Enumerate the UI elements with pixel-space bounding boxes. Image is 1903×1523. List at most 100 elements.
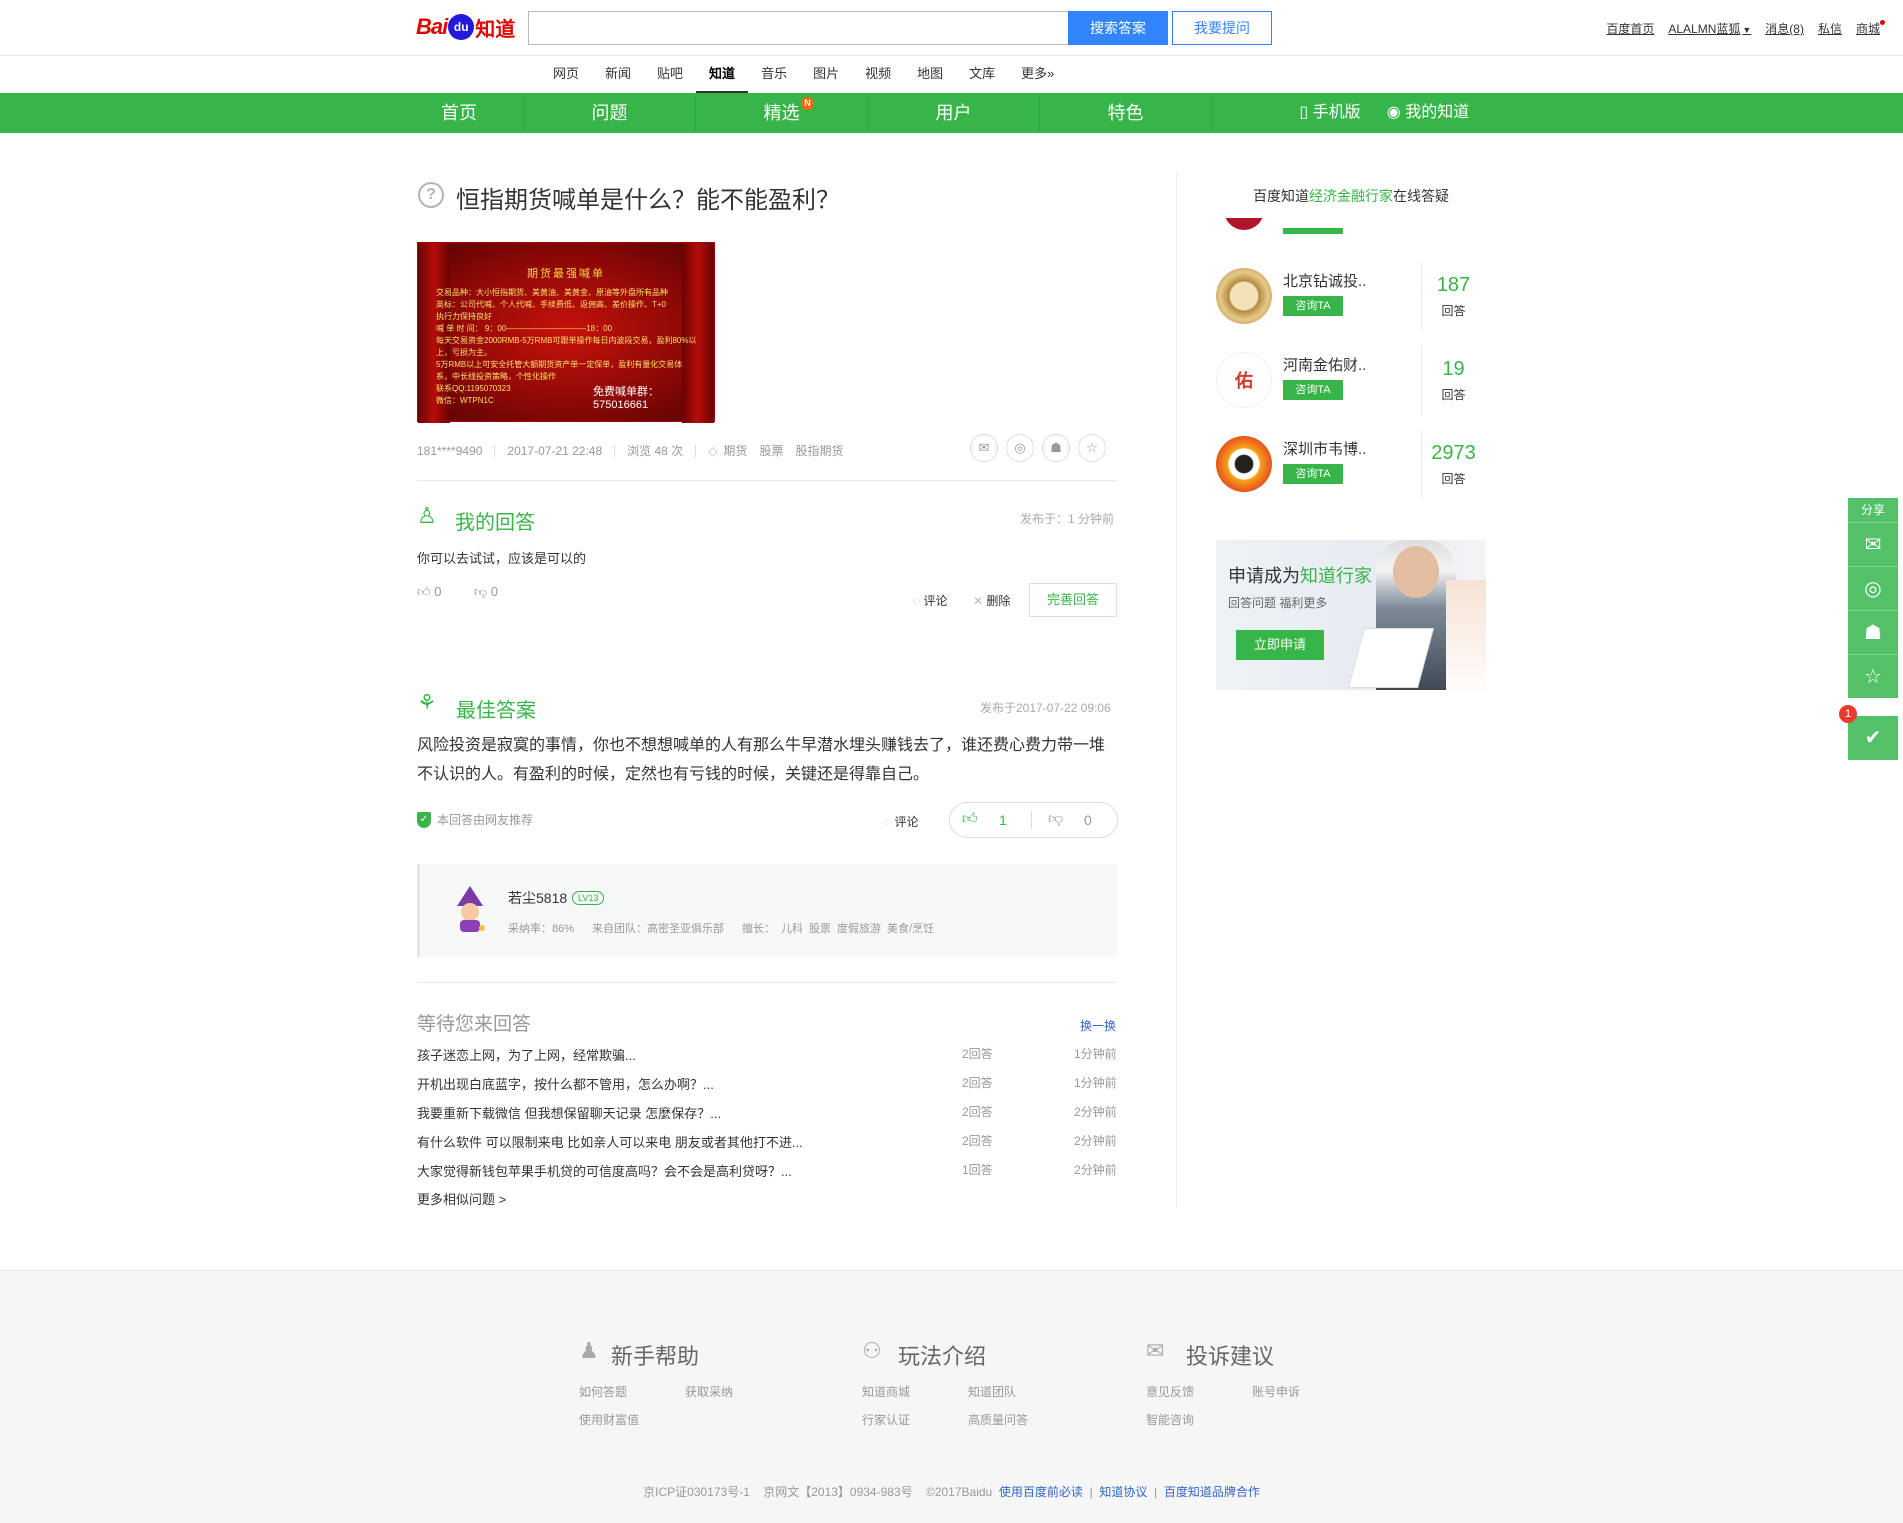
list-item[interactable]: 开机出现白底蓝字，按什么都不管用，怎么办啊？... 2回答 1分钟前 [417, 1074, 1117, 1092]
footer-link[interactable]: 智能咨询 [1146, 1411, 1194, 1428]
nav-map[interactable]: 地图 [904, 56, 956, 93]
footer-link[interactable]: 账号申诉 [1252, 1383, 1300, 1400]
waiting-question-text[interactable]: 大家觉得新钱包苹果手机贷的可信度高吗？会不会是高利贷呀？... [417, 1161, 792, 1180]
task-clipboard-icon[interactable]: ✔ [1848, 716, 1898, 760]
footer-link[interactable]: 知道团队 [968, 1383, 1016, 1400]
expert-name[interactable]: 河南金佑财.. [1283, 354, 1366, 375]
nav-tieba[interactable]: 贴吧 [644, 56, 696, 93]
list-item[interactable]: 孩子迷恋上网，为了上网，经常欺骗... 2回答 1分钟前 [417, 1045, 1117, 1063]
waiting-question-text[interactable]: 开机出现白底蓝字，按什么都不管用，怎么办啊？... [417, 1074, 714, 1093]
list-item[interactable]: 我要重新下载微信 但我想保留聊天记录 怎麼保存？... 2回答 2分钟前 [417, 1103, 1117, 1121]
expert-card[interactable]: 北京钻诚投.. 咨询TA 187 回答 [1216, 260, 1486, 342]
nav-zhidao[interactable]: 知道 [696, 56, 749, 93]
tab-featured[interactable]: 精选 [696, 93, 867, 133]
sidebar-heading-highlight[interactable]: 经济金融行家 [1309, 188, 1393, 204]
nav-video[interactable]: 视频 [852, 56, 904, 93]
become-expert-banner[interactable]: 申请成为知道行家 回答问题 福利更多 立即申请 [1216, 540, 1486, 690]
my-answer-downvote[interactable]: 👎︎ 0 [474, 584, 498, 600]
nav-news[interactable]: 新闻 [592, 56, 644, 93]
expertise-item[interactable]: 度假旅游 [837, 920, 881, 936]
tab-questions[interactable]: 问题 [524, 93, 695, 133]
answerer-avatar[interactable] [451, 884, 489, 934]
swap-button[interactable]: 换一换 [1080, 1017, 1116, 1034]
search-answer-button[interactable]: 搜索答案 [1068, 11, 1168, 45]
tab-users[interactable]: 用户 [868, 93, 1039, 133]
link-username[interactable]: ALALMN蓝狐 ▼ [1668, 20, 1751, 37]
footer-brand-link[interactable]: 百度知道品牌合作 [1164, 1485, 1260, 1499]
tag-stocks[interactable]: 股票 [759, 442, 783, 459]
footer-link[interactable]: 如何答题 [579, 1383, 627, 1400]
expertise-item[interactable]: 美食/烹饪 [887, 920, 934, 936]
tab-special[interactable]: 特色 [1040, 93, 1211, 133]
nav-web[interactable]: 网页 [540, 56, 592, 93]
footer-link[interactable]: 行家认证 [862, 1411, 910, 1428]
expert-logo[interactable] [1216, 436, 1272, 492]
my-answer-delete-button[interactable]: ✕ 删除 [973, 592, 1010, 609]
tag-index-futures[interactable]: 股指期货 [795, 442, 843, 459]
product-nav: 网页 新闻 贴吧 知道 音乐 图片 视频 地图 文库 更多» [540, 56, 1067, 93]
waiting-question-text[interactable]: 有什么软件 可以限制来电 比如亲人可以来电 朋友或者其他打不进... [417, 1132, 803, 1151]
best-answer-thumb-down-icon[interactable]: 👎︎ [1048, 810, 1063, 828]
nav-more[interactable]: 更多» [1008, 56, 1067, 93]
more-similar-link[interactable]: 更多相似问题 > [417, 1189, 506, 1208]
my-zhidao-link[interactable]: ◉ 我的知道 [1368, 93, 1488, 133]
notification-dot-icon [1880, 20, 1885, 25]
link-messages[interactable]: 消息(8) [1765, 20, 1804, 37]
qq-icon[interactable]: ☗ [1848, 610, 1898, 654]
search-input[interactable] [528, 11, 1068, 45]
wechat-icon[interactable]: ✉ [1848, 522, 1898, 566]
ask-question-button[interactable]: 我要提问 [1172, 11, 1272, 45]
expertise-item[interactable]: 儿科 [781, 920, 803, 936]
question-image[interactable]: 期货最强喊单 交易品种：大小恒指期货、美黄油、美黄金、原油等外盘所有品种 英标：… [417, 242, 715, 423]
expert-logo[interactable] [1216, 268, 1272, 324]
asker-name[interactable]: 181****9490 [417, 444, 482, 458]
footer-agreement-link[interactable]: 知道协议 [1099, 1485, 1147, 1499]
footer-link[interactable]: 意见反馈 [1146, 1383, 1194, 1400]
link-private-messages[interactable]: 私信 [1818, 20, 1842, 37]
footer-link[interactable]: 高质量问答 [968, 1411, 1028, 1428]
favorite-star-icon[interactable]: ☆ [1078, 434, 1106, 462]
complete-answer-button[interactable]: 完善回答 [1029, 583, 1117, 617]
nav-images[interactable]: 图片 [800, 56, 852, 93]
waiting-question-text[interactable]: 孩子迷恋上网，为了上网，经常欺骗... [417, 1045, 636, 1064]
my-answer-title: 我的回答 [455, 512, 535, 534]
best-answer-text: 风险投资是寂寞的事情，你也不想想喊单的人有那么牛早潜水埋头赚钱去了，谁还费心费力… [417, 737, 1106, 783]
consult-button[interactable]: 咨询TA [1283, 296, 1343, 316]
expert-logo[interactable]: 佑 [1216, 352, 1272, 408]
star-icon[interactable]: ☆ [1848, 654, 1898, 698]
baidu-zhidao-logo[interactable]: Bai du 知道 [416, 14, 515, 41]
my-answer-upvote[interactable]: 👍︎ 0 [417, 584, 441, 600]
apply-now-button[interactable]: 立即申请 [1236, 630, 1324, 660]
list-item[interactable]: 有什么软件 可以限制来电 比如亲人可以来电 朋友或者其他打不进... 2回答 2… [417, 1132, 1117, 1150]
best-answer-thumb-up-icon[interactable]: 👍︎ [962, 810, 978, 828]
consult-button[interactable]: 咨询TA [1283, 464, 1343, 484]
shield-check-icon: ✓ [417, 811, 431, 828]
qq-share-icon[interactable]: ☗ [1042, 434, 1070, 462]
best-answer-comment-button[interactable]: ◌ 评论 [884, 813, 919, 830]
footer-link[interactable]: 获取采纳 [685, 1383, 733, 1400]
answerer-name[interactable]: 若尘5818 [508, 888, 567, 908]
expertise-item[interactable]: 股票 [809, 920, 831, 936]
link-mall[interactable]: 商城 [1856, 20, 1885, 37]
footer-link[interactable]: 知道商城 [862, 1383, 910, 1400]
nav-wenku[interactable]: 文库 [956, 56, 1008, 93]
link-baidu-home[interactable]: 百度首页 [1606, 20, 1654, 37]
image-line: 交易品种：大小恒指期货、美黄油、美黄金、原油等外盘所有品种 [436, 288, 668, 297]
nav-music[interactable]: 音乐 [748, 56, 800, 93]
my-answer-comment-button[interactable]: ◌ 评论 [913, 592, 948, 609]
consult-button[interactable]: 咨询TA [1283, 380, 1343, 400]
expert-name[interactable]: 深圳市韦博.. [1283, 438, 1366, 459]
team-info[interactable]: 来自团队：高密圣亚俱乐部 [592, 920, 724, 936]
waiting-question-text[interactable]: 我要重新下载微信 但我想保留聊天记录 怎麼保存？... [417, 1103, 721, 1122]
weibo-icon[interactable]: ◎ [1848, 566, 1898, 610]
expert-name[interactable]: 北京钻诚投.. [1283, 270, 1366, 291]
list-item[interactable]: 大家觉得新钱包苹果手机贷的可信度高吗？会不会是高利贷呀？... 1回答 2分钟前 [417, 1161, 1117, 1179]
footer-terms-link[interactable]: 使用百度前必读 [999, 1485, 1083, 1499]
tag-futures[interactable]: 期货 [723, 442, 747, 459]
expert-card[interactable]: 深圳市韦博.. 咨询TA 2973 回答 [1216, 428, 1486, 510]
footer-link[interactable]: 使用财富值 [579, 1411, 639, 1428]
weibo-share-icon[interactable]: ◎ [1006, 434, 1034, 462]
wechat-share-icon[interactable]: ✉ [970, 434, 998, 462]
tab-home[interactable]: 首页 [395, 93, 523, 133]
expert-card[interactable]: 佑 河南金佑财.. 咨询TA 19 回答 [1216, 344, 1486, 426]
